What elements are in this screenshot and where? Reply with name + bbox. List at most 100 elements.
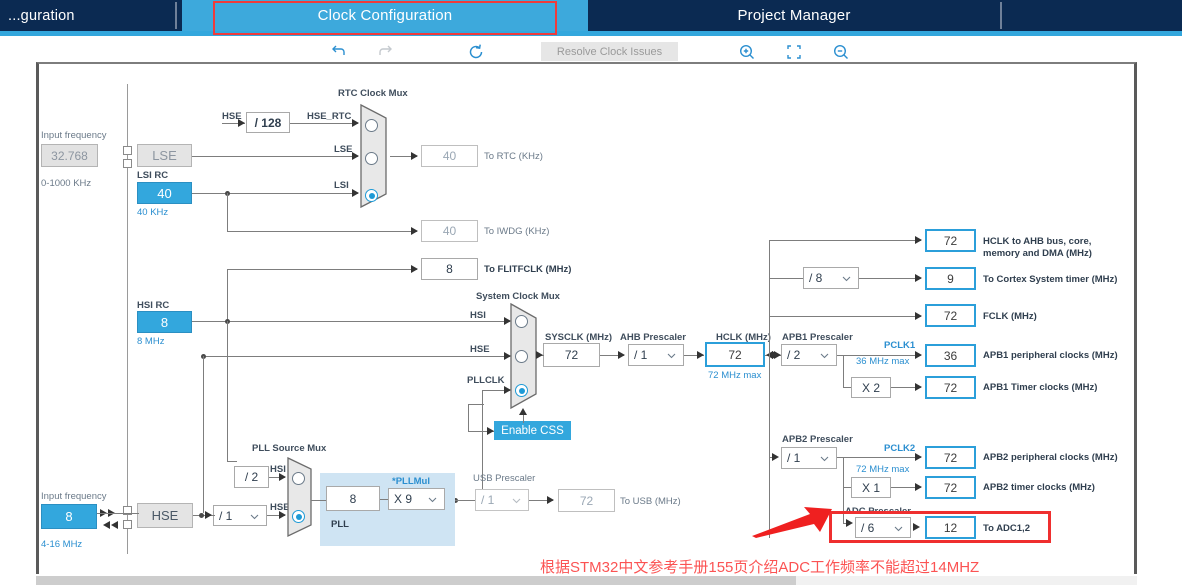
lse-input-frequency-field[interactable]: 32.768 <box>41 144 98 167</box>
to-iwdg-value: 40 <box>442 224 457 238</box>
wire-lsi-to-mux <box>192 193 358 194</box>
tab-pinout-configuration[interactable]: ...guration <box>0 0 183 31</box>
wire-apb1-to-timer-mul <box>843 387 851 388</box>
pll-source-mux-title: PLL Source Mux <box>252 443 327 454</box>
pllmul-label: *PLLMul <box>392 476 430 487</box>
lsi-rc-title: LSI RC <box>137 170 169 181</box>
chevron-down-icon <box>820 451 829 465</box>
usb-prescaler-select[interactable]: / 1 <box>475 489 529 511</box>
pllmux-option-hsi[interactable] <box>292 472 305 485</box>
wire-hsi-down-to-pll <box>227 321 228 461</box>
ahb-prescaler-select[interactable]: / 1 <box>628 344 684 366</box>
lsi-rc-value-box[interactable]: 40 <box>137 182 192 204</box>
wire-lse-to-mux <box>192 156 358 157</box>
undo-icon[interactable] <box>328 42 348 62</box>
tab-selection-highlight <box>213 1 557 35</box>
wire-hsi-to-flitfclk <box>227 269 417 270</box>
chevron-down-icon <box>820 348 829 362</box>
wire-lsi-to-iwdg <box>227 231 417 232</box>
hse-oscillator-block[interactable]: HSE <box>137 503 193 528</box>
redo-icon <box>376 42 396 62</box>
pll-source-mux[interactable] <box>285 455 315 539</box>
wire-hsi-out <box>192 321 510 322</box>
arrow-css-up <box>519 408 527 415</box>
apb2-periph-value-box[interactable]: 72 <box>925 446 976 469</box>
zoom-out-icon[interactable] <box>831 42 851 62</box>
lse-oscillator-block[interactable]: LSE <box>137 144 192 167</box>
arrow-into-hclk-ahb <box>915 236 922 244</box>
apb1-timer-value-box[interactable]: 72 <box>925 376 976 399</box>
wire-css-feed-top <box>468 404 484 405</box>
hclk-value-box[interactable]: 72 <box>705 342 765 367</box>
to-iwdg-label: To IWDG (KHz) <box>484 226 550 237</box>
lse-label: LSE <box>152 148 177 163</box>
tab-overflow[interactable] <box>1004 0 1182 31</box>
tab-divider-2 <box>1000 2 1002 29</box>
zoom-in-icon[interactable] <box>737 42 757 62</box>
apb2-prescaler-label: APB2 Prescaler <box>782 434 853 445</box>
chevron-down-icon <box>428 492 437 506</box>
pllmul-select[interactable]: X 9 <box>388 488 445 510</box>
wire-hsi-branch-up <box>227 269 228 322</box>
tab-project-manager[interactable]: Project Manager <box>588 0 1000 31</box>
rtc-mux-option-hse[interactable] <box>365 119 378 132</box>
hse-input-frequency-value: 8 <box>65 509 73 524</box>
hse-input-frequency-field[interactable]: 8 <box>41 504 97 529</box>
hclk-value: 72 <box>728 347 742 362</box>
to-flitfclk-label: To FLITFCLK (MHz) <box>484 264 572 275</box>
apb2-periph-value: 72 <box>943 450 958 465</box>
rtc-mux-lsi-label: LSI <box>334 180 349 191</box>
cortex-timer-prescaler-select[interactable]: / 8 <box>803 267 859 289</box>
rtc-mux-hse-rtc-label: HSE_RTC <box>307 111 352 122</box>
chevron-down-icon <box>842 271 851 285</box>
rtc-mux-option-lsi[interactable] <box>365 189 378 202</box>
to-iwdg-value-box: 40 <box>421 220 478 242</box>
rtc-hse-divider-box: / 128 <box>246 112 290 133</box>
apb1-prescaler-select[interactable]: / 2 <box>781 344 837 366</box>
hse-divider-select[interactable]: / 1 <box>213 505 267 526</box>
adc-highlight-rectangle <box>829 511 1051 543</box>
apb2-prescaler-value: / 1 <box>787 451 801 465</box>
wire-pll-to-pllmul <box>380 499 388 500</box>
pllmux-option-hse[interactable] <box>292 510 305 523</box>
hsi-rc-value: 8 <box>160 314 169 330</box>
arrow-into-apb2-timer <box>915 483 922 491</box>
apb2-timer-value-box[interactable]: 72 <box>925 476 976 499</box>
rtc-mux-option-lse[interactable] <box>365 152 378 165</box>
pll-hsi-divider-value: / 2 <box>244 470 259 484</box>
sysmux-option-hse[interactable] <box>515 350 528 363</box>
sysmux-option-pllclk[interactable] <box>515 384 528 397</box>
cortex-timer-value-box[interactable]: 9 <box>925 267 976 290</box>
apb2-periph-label: APB2 peripheral clocks (MHz) <box>983 452 1118 463</box>
cortex-timer-label: To Cortex System timer (MHz) <box>983 274 1118 285</box>
wire-hsi-to-pll-div2 <box>227 461 237 462</box>
cortex-timer-prescaler-value: / 8 <box>809 271 823 285</box>
refresh-icon[interactable] <box>466 42 486 62</box>
apb1-timer-label: APB1 Timer clocks (MHz) <box>983 382 1098 393</box>
resolve-clock-issues-button[interactable]: Resolve Clock Issues <box>541 42 678 61</box>
apb1-timer-multiplier-value: X 2 <box>861 380 880 395</box>
tab-divider-1 <box>175 2 177 29</box>
wire-cortex-div-out <box>859 278 921 279</box>
tab-label: ...guration <box>8 7 75 24</box>
sysmux-option-hsi[interactable] <box>515 315 528 328</box>
apb2-prescaler-select[interactable]: / 1 <box>781 447 837 469</box>
arrow-into-apb1-prescaler <box>772 351 779 359</box>
hsi-rc-value-box[interactable]: 8 <box>137 311 192 333</box>
cortex-timer-value: 9 <box>947 271 954 286</box>
hclk-ahb-value-box[interactable]: 72 <box>925 229 976 252</box>
arrow-sysmux-in-pllclk <box>504 386 511 394</box>
apb1-periph-value-box[interactable]: 36 <box>925 344 976 367</box>
fclk-value-box[interactable]: 72 <box>925 304 976 327</box>
usb-label: To USB (MHz) <box>620 496 681 507</box>
lse-terminal-bottom <box>123 159 132 168</box>
arrow-into-apb1-periph <box>915 351 922 359</box>
horizontal-scrollbar-thumb[interactable] <box>36 576 796 585</box>
pclk2-label: PCLK2 <box>884 443 916 454</box>
enable-css-button[interactable]: Enable CSS <box>494 421 571 440</box>
apb1-periph-value: 36 <box>943 348 958 363</box>
hsi-rc-title: HSI RC <box>137 300 170 311</box>
fit-to-screen-icon[interactable] <box>784 42 804 62</box>
pll-hsi-divider-box: / 2 <box>234 466 269 488</box>
arrow-into-hse-div <box>205 511 212 519</box>
